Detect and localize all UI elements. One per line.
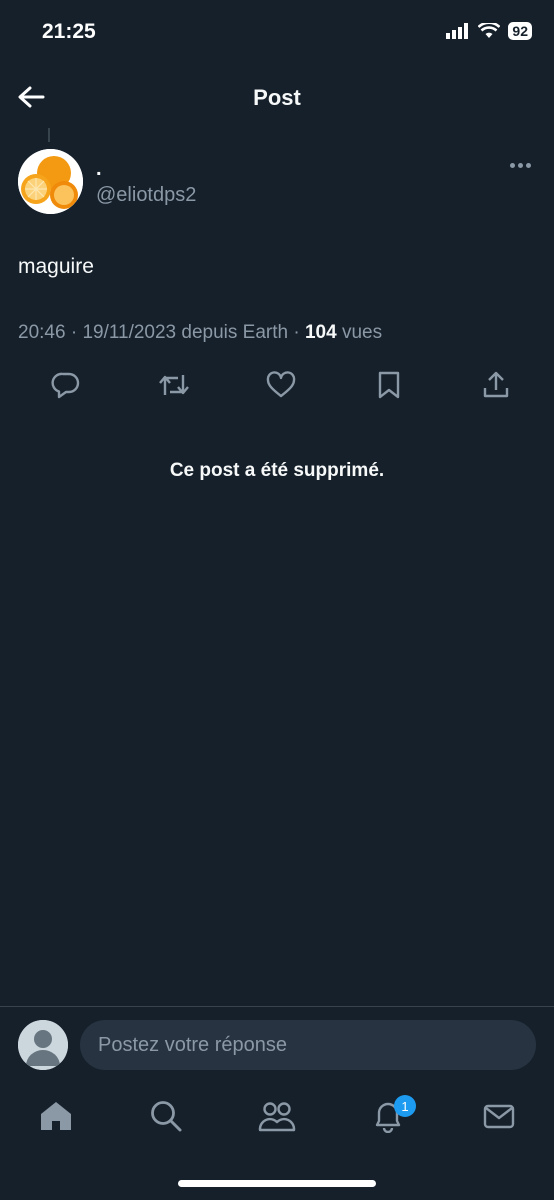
repost-icon xyxy=(158,375,189,395)
user-handle[interactable]: @eliotdps2 xyxy=(96,184,196,207)
like-button[interactable] xyxy=(261,366,301,404)
tab-messages[interactable] xyxy=(477,1094,521,1138)
search-icon xyxy=(151,1101,182,1132)
post-metadata: 20:46 · 19/11/2023 depuis Earth · 104 vu… xyxy=(18,322,383,343)
signal-icon xyxy=(446,23,469,39)
views-label: vues xyxy=(341,322,383,343)
post-text: maguire xyxy=(18,255,94,278)
more-icon-dot xyxy=(526,163,531,168)
divider xyxy=(0,1006,554,1007)
post-time: 20:46 xyxy=(18,322,66,343)
like-icon xyxy=(266,371,296,398)
tab-search[interactable] xyxy=(144,1094,188,1138)
reply-input[interactable] xyxy=(80,1020,536,1070)
deleted-post-notice: Ce post a été supprimé. xyxy=(169,460,385,481)
battery-indicator: 92 xyxy=(508,22,532,40)
post-source[interactable]: depuis Earth xyxy=(181,322,288,343)
status-icons: 92 xyxy=(446,22,532,40)
views-count: 104 xyxy=(304,322,337,343)
orange-avatar-image xyxy=(18,149,83,214)
reply-icon xyxy=(51,372,80,399)
more-options-button[interactable] xyxy=(510,163,536,173)
share-icon xyxy=(483,371,509,398)
home-indicator xyxy=(178,1180,376,1187)
bottom-tab-bar xyxy=(0,1094,554,1144)
display-name[interactable]: . xyxy=(96,158,102,181)
communities-icon xyxy=(258,1102,296,1132)
more-icon xyxy=(510,163,515,168)
more-icon-dot xyxy=(518,163,523,168)
share-button[interactable] xyxy=(476,366,516,404)
avatar[interactable] xyxy=(18,149,83,214)
bookmark-button[interactable] xyxy=(369,366,409,404)
page-title: Post xyxy=(253,85,301,110)
tab-communities[interactable] xyxy=(255,1094,299,1138)
home-icon xyxy=(41,1102,71,1130)
messages-icon xyxy=(483,1104,515,1129)
repost-button[interactable] xyxy=(154,366,194,404)
tab-home[interactable] xyxy=(34,1094,78,1138)
reply-button[interactable] xyxy=(46,366,86,404)
bookmark-icon xyxy=(378,371,399,399)
default-avatar-icon xyxy=(18,1020,68,1070)
post-actions xyxy=(46,366,516,404)
post-date: 19/11/2023 xyxy=(82,322,177,343)
status-time: 21:25 xyxy=(42,20,96,43)
current-user-avatar[interactable] xyxy=(18,1020,68,1070)
thread-line xyxy=(48,128,50,142)
wifi-icon xyxy=(478,23,501,38)
notification-badge: 1 xyxy=(394,1095,416,1117)
